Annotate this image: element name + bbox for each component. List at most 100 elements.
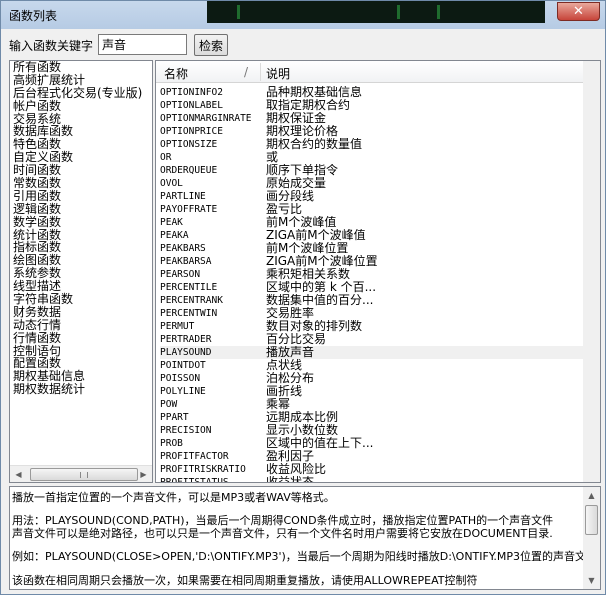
function-desc: 期权理论价格 bbox=[266, 125, 339, 138]
function-desc: 画分段线 bbox=[266, 190, 315, 203]
table-row[interactable]: PROFITSTATUS 收益状态 bbox=[160, 476, 584, 482]
category-item[interactable]: 数学函数 bbox=[13, 215, 152, 229]
table-row[interactable]: OVOL 原始成交量 bbox=[160, 177, 584, 190]
search-button[interactable]: 检索 bbox=[194, 34, 228, 56]
function-desc: 盈亏比 bbox=[266, 203, 303, 216]
table-row[interactable]: PERCENTILE 区域中的第 k 个百... bbox=[160, 281, 584, 294]
category-item[interactable]: 帐户函数 bbox=[13, 99, 152, 113]
table-row[interactable]: PROFITRISKRATIO 收益风险比 bbox=[160, 463, 584, 476]
scrollbar-thumb[interactable] bbox=[30, 468, 138, 481]
category-item[interactable]: 字符串函数 bbox=[13, 293, 152, 306]
function-name: PEARSON bbox=[160, 269, 201, 280]
close-button[interactable]: ✕ bbox=[557, 2, 600, 21]
function-name: POW bbox=[160, 399, 178, 410]
table-row[interactable]: PROB 区域中的值在上下... bbox=[160, 437, 584, 450]
category-list[interactable]: 所有函数 高频扩展统计 后台程式化交易(专业版) 帐户函数 交易系统 数据库函数 特色函数自… bbox=[9, 60, 153, 483]
table-row[interactable]: OPTIONINFO2 品种期权基础信息 bbox=[160, 86, 584, 99]
function-list-window: 函数列表 ✕ 输入函数关键字 检索 所有函数高频扩展统计后台程式化交易(专业版)… bbox=[0, 0, 606, 595]
description-note: 该函数在相同周期只会播放一次，如果需要在相同周期重复播放，请使用ALLOWREP… bbox=[12, 574, 478, 587]
scroll-left-icon[interactable]: ◀ bbox=[10, 466, 27, 482]
table-row[interactable]: PERTRADER 百分比交易 bbox=[160, 333, 584, 346]
description-vertical-scrollbar[interactable]: ▲ ▼ bbox=[583, 487, 600, 589]
function-description[interactable]: 播放一首指定位置的一个声音文件，可以是MP3或者WAV等格式。 用法：PLAYS… bbox=[9, 486, 601, 590]
category-item[interactable]: 动态行情 bbox=[13, 318, 152, 332]
function-desc: 乘积矩相关系数 bbox=[266, 268, 351, 281]
table-row[interactable]: OR 或 bbox=[160, 151, 584, 164]
function-name: OR bbox=[160, 152, 172, 163]
table-row[interactable]: PERCENTWIN 交易胜率 bbox=[160, 307, 584, 320]
function-name: PERTRADER bbox=[160, 334, 212, 345]
table-row[interactable]: POISSON 泊松分布 bbox=[160, 372, 584, 385]
background-chart-bar bbox=[397, 5, 400, 19]
function-desc: 播放声音 bbox=[266, 346, 315, 359]
scroll-right-icon[interactable]: ▶ bbox=[135, 466, 152, 482]
function-desc: 或 bbox=[266, 151, 279, 164]
function-name: POLYLINE bbox=[160, 386, 206, 397]
category-item[interactable]: 期权数据统计 bbox=[13, 383, 152, 396]
function-name: PERCENTILE bbox=[160, 282, 218, 293]
table-row[interactable]: PEAKA ZIGA前M个波峰值 bbox=[160, 229, 584, 242]
description-summary: 播放一首指定位置的一个声音文件，可以是MP3或者WAV等格式。 bbox=[12, 491, 335, 504]
table-row[interactable]: ORDERQUEUE 顺序下单指令 bbox=[160, 164, 584, 177]
category-item[interactable]: 逻辑函数 bbox=[13, 202, 152, 216]
category-item[interactable]: 常数函数 bbox=[13, 177, 152, 190]
table-row[interactable]: PRECISION 显示小数位数 bbox=[160, 424, 584, 437]
category-item[interactable]: 高频扩展统计 bbox=[13, 73, 152, 87]
category-item[interactable]: 后台程式化交易(专业版) bbox=[13, 86, 152, 100]
table-row[interactable]: PEAKBARS 前M个波峰位置 bbox=[160, 242, 584, 255]
table-row[interactable]: PEARSON 乘积矩相关系数 bbox=[160, 268, 584, 281]
scroll-down-icon[interactable]: ▼ bbox=[583, 572, 600, 589]
table-row[interactable]: PROFITFACTOR 盈利因子 bbox=[160, 450, 584, 463]
function-table[interactable]: 名称 / 说明 OPTIONINFO2 品种期权基础信息 OPTIONLABEL 取指… bbox=[155, 60, 601, 483]
table-row[interactable]: POLYLINE 画折线 bbox=[160, 385, 584, 398]
category-horizontal-scrollbar[interactable]: ◀ ▶ bbox=[10, 465, 152, 482]
category-item[interactable]: 行情函数 bbox=[13, 331, 152, 345]
table-row[interactable]: OPTIONPRICE 期权理论价格 bbox=[160, 125, 584, 138]
function-desc: 区域中的值在上下... bbox=[266, 437, 374, 450]
table-row[interactable]: PLAYSOUND 播放声音 bbox=[160, 346, 584, 359]
table-row[interactable]: PERCENTRANK 数据集中值的百分... bbox=[160, 294, 584, 307]
scroll-up-icon[interactable]: ▲ bbox=[583, 487, 600, 504]
table-row[interactable]: PAYOFFRATE 盈亏比 bbox=[160, 203, 584, 216]
table-row[interactable]: POW 乘幂 bbox=[160, 398, 584, 411]
description-example: 例如：PLAYSOUND(CLOSE>OPEN,'D:\ONTIFY.MP3')… bbox=[12, 550, 597, 563]
table-row[interactable]: PEAKBARSA ZIGA前M个波峰位置 bbox=[160, 255, 584, 268]
category-item[interactable]: 引用函数 bbox=[13, 189, 152, 203]
function-name: OPTIONMARGINRATE bbox=[160, 113, 252, 124]
function-desc: 数目对象的排列数 bbox=[266, 320, 363, 333]
table-row[interactable]: OPTIONSIZE 期权合约的数量值 bbox=[160, 138, 584, 151]
sort-indicator-icon: / bbox=[244, 65, 249, 79]
function-name: PPART bbox=[160, 412, 189, 423]
search-input[interactable] bbox=[98, 34, 187, 55]
function-name: OPTIONPRICE bbox=[160, 126, 223, 137]
table-row[interactable]: PEAK 前M个波峰值 bbox=[160, 216, 584, 229]
function-name: PLAYSOUND bbox=[160, 347, 212, 358]
title-bar[interactable]: 函数列表 ✕ bbox=[1, 1, 605, 29]
scrollbar-thumb[interactable] bbox=[585, 505, 598, 535]
function-desc: 画折线 bbox=[266, 385, 303, 398]
function-desc: 收益风险比 bbox=[266, 463, 327, 476]
function-desc: 期权合约的数量值 bbox=[266, 138, 363, 151]
table-header: 名称 / 说明 bbox=[156, 61, 600, 83]
function-desc: 前M个波峰位置 bbox=[266, 242, 349, 255]
category-item[interactable]: 财务数据 bbox=[13, 305, 152, 319]
table-row[interactable]: PPART 远期成本比例 bbox=[160, 411, 584, 424]
column-header-name[interactable]: 名称 bbox=[164, 65, 188, 82]
column-header-desc[interactable]: 说明 bbox=[266, 65, 290, 82]
table-row[interactable]: OPTIONMARGINRATE 期权保证金 bbox=[160, 112, 584, 125]
function-name: OPTIONSIZE bbox=[160, 139, 218, 150]
function-name: OPTIONINFO2 bbox=[160, 87, 223, 98]
window-title: 函数列表 bbox=[9, 9, 58, 23]
column-divider[interactable] bbox=[260, 63, 261, 81]
function-name: PROB bbox=[160, 438, 183, 449]
category-item[interactable]: 所有函数 bbox=[13, 61, 152, 74]
function-desc: 泊松分布 bbox=[266, 372, 315, 385]
table-row[interactable]: PARTLINE 画分段线 bbox=[160, 190, 584, 203]
function-desc: 前M个波峰值 bbox=[266, 216, 337, 229]
table-row[interactable]: OPTIONLABEL 取指定期权合约 bbox=[160, 99, 584, 112]
function-name: PRECISION bbox=[160, 425, 212, 436]
table-row[interactable]: POINTDOT 点状线 bbox=[160, 359, 584, 372]
function-desc: 点状线 bbox=[266, 359, 303, 372]
table-row[interactable]: PERMUT 数目对象的排列数 bbox=[160, 320, 584, 333]
function-vertical-scrollbar[interactable] bbox=[583, 61, 600, 482]
